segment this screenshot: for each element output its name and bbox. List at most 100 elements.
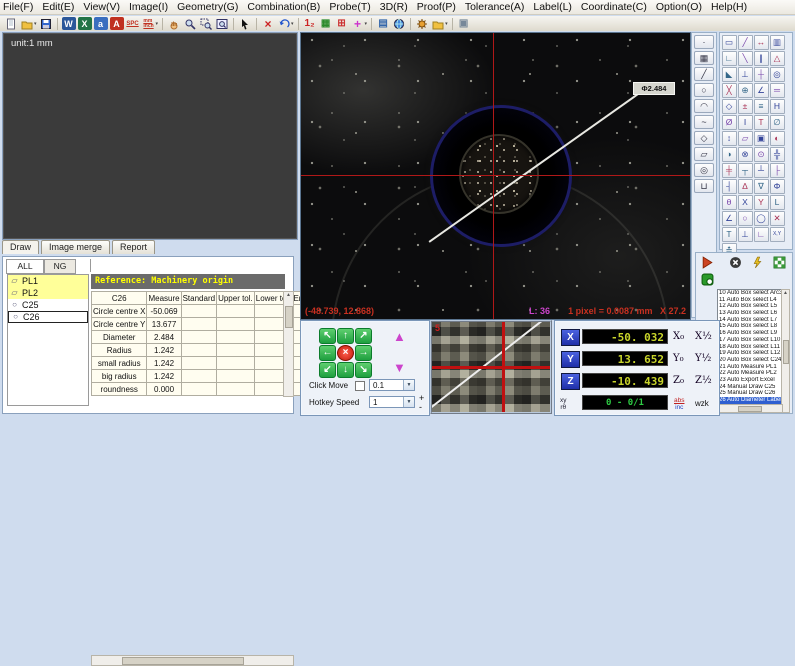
geometry-tool-icon-48[interactable]: ✕ [770, 211, 785, 226]
list-item-pl1[interactable]: ▱PL1 [8, 275, 88, 287]
geometry-tool-icon-17[interactable]: ◇ [722, 99, 737, 114]
program-step[interactable]: 20 Auto Box select C24 [718, 357, 788, 364]
geometry-tool-icon-8[interactable]: △ [770, 51, 785, 66]
geometry-tool-icon-30[interactable]: ⊗ [738, 147, 753, 162]
z-zero-button[interactable]: Z₀ [673, 375, 684, 386]
menu-item-3d[interactable]: 3D(R) [380, 0, 408, 15]
spc-icon[interactable]: SPC [126, 17, 140, 30]
geometry-tool-icon-15[interactable]: ∠ [754, 83, 769, 98]
exit-box-icon[interactable]: ▣ [457, 17, 471, 30]
geometry-tool-icon-26[interactable]: ▱ [738, 131, 753, 146]
grid-tool-icon[interactable]: ▦ [694, 51, 714, 65]
table-row[interactable]: Radius1.242 [92, 344, 313, 357]
geometry-tool-icon-24[interactable]: ∅ [770, 115, 785, 130]
undo-icon[interactable] [277, 17, 291, 30]
run-program-button[interactable] [701, 256, 715, 270]
zoom-region-icon[interactable] [199, 17, 213, 30]
table-row[interactable]: small radius1.242 [92, 357, 313, 370]
geometry-tool-icon-3[interactable]: ↔ [754, 35, 769, 50]
point-tool-icon[interactable]: · [694, 35, 714, 49]
program-step[interactable]: 13 Auto Box select L6 [718, 310, 788, 317]
new-file-icon[interactable] [4, 17, 18, 30]
menu-item-geometry[interactable]: Geometry(G) [177, 0, 238, 15]
geometry-tool-icon-52[interactable]: X,Y [770, 227, 785, 242]
geometry-tool-icon-9[interactable]: ◣ [722, 67, 737, 82]
menu-item-image[interactable]: Image(I) [129, 0, 168, 15]
geometry-tool-icon-20[interactable]: H [770, 99, 785, 114]
curve-tool-icon[interactable]: ~ [694, 115, 714, 129]
geometry-tool-icon-31[interactable]: ⊙ [754, 147, 769, 162]
geometry-tool-icon-28[interactable]: ◐ [770, 131, 785, 146]
menu-item-help[interactable]: Help(H) [711, 0, 747, 15]
menu-item-view[interactable]: View(V) [83, 0, 120, 15]
z-up-button[interactable]: ▲ [393, 330, 406, 343]
list-item-c25[interactable]: ○C25 [8, 299, 88, 311]
geometry-tool-icon-46[interactable]: ○ [738, 211, 753, 226]
delete-icon[interactable]: × [261, 17, 275, 30]
program-step[interactable]: 24 Manual Draw C25 [718, 384, 788, 391]
zoom-icon[interactable] [183, 17, 197, 30]
grid-red-icon[interactable]: ⊞ [335, 17, 349, 30]
speed-plus-button[interactable]: + [419, 394, 424, 402]
table-row[interactable]: Diameter2.484 [92, 331, 313, 344]
settings-icon[interactable] [415, 17, 429, 30]
table-row[interactable]: Circle centre X-50.069 [92, 305, 313, 318]
mm-inch-toggle-dropdown[interactable]: ▾ [156, 21, 159, 27]
program-step[interactable]: 23 Auto Export Excel [718, 377, 788, 384]
menu-item-label[interactable]: Label(L) [533, 0, 572, 15]
geometry-tool-icon-2[interactable]: ╱ [738, 35, 753, 50]
move-down-left-button[interactable]: ↙ [319, 362, 336, 378]
geometry-tool-icon-40[interactable]: Φ [770, 179, 785, 194]
open-file-dropdown[interactable]: ▾ [34, 21, 37, 27]
geometry-tool-icon-36[interactable]: ├ [770, 163, 785, 178]
geometry-tool-icon-42[interactable]: X [738, 195, 753, 210]
table-row[interactable]: roundness0.000 [92, 383, 313, 396]
program-list-vscrollbar[interactable]: ▲ [781, 289, 790, 413]
menu-item-edit[interactable]: Edit(E) [42, 0, 74, 15]
menu-item-proof[interactable]: Proof(P) [417, 0, 456, 15]
x-zero-button[interactable]: X₀ [673, 331, 684, 342]
crosshair-icon[interactable]: + [351, 17, 365, 30]
xy-rtheta-toggle[interactable]: xyrθ [560, 398, 567, 411]
move-up-right-button[interactable]: ↗ [355, 328, 372, 344]
pdf-export-icon[interactable]: A [110, 17, 124, 30]
table-row[interactable]: Circle centre Y13.677 [92, 318, 313, 331]
geometry-tool-icon-33[interactable]: ╪ [722, 163, 737, 178]
menu-item-file[interactable]: File(F) [3, 0, 33, 15]
geometry-tool-icon-27[interactable]: ▣ [754, 131, 769, 146]
program-step[interactable]: 14 Auto Box select L7 [718, 317, 788, 324]
draw-canvas[interactable]: unit:1 mm [2, 32, 298, 240]
program-step[interactable]: 25 Manual Draw C26 [718, 390, 788, 397]
list-item-c26[interactable]: ○C26 [8, 311, 88, 323]
word-export-icon[interactable]: W [62, 17, 76, 30]
save-file-icon[interactable] [39, 17, 53, 30]
geometry-tool-icon-23[interactable]: T [754, 115, 769, 130]
menu-item-option[interactable]: Option(O) [656, 0, 702, 15]
chevron-down-icon[interactable]: ▼ [403, 380, 414, 390]
menu-item-combination[interactable]: Combination(B) [247, 0, 320, 15]
stop-move-button[interactable]: × [337, 345, 354, 361]
program-step[interactable]: 22 Auto Measure PL2 [718, 370, 788, 377]
edit-step-button[interactable] [751, 256, 765, 270]
move-down-right-button[interactable]: ↘ [355, 362, 372, 378]
click-move-checkbox[interactable] [355, 381, 365, 391]
hotkey-speed-select[interactable]: 1▼ [369, 396, 415, 408]
tab-report[interactable]: Report [112, 240, 155, 254]
tab-draw[interactable]: Draw [2, 240, 39, 254]
geometry-tool-icon-50[interactable]: ⊥ [738, 227, 753, 242]
globe-icon[interactable] [392, 17, 406, 30]
geometry-tool-icon-43[interactable]: Y [754, 195, 769, 210]
program-step[interactable]: 15 Auto Box select L8 [718, 323, 788, 330]
move-up-left-button[interactable]: ↖ [319, 328, 336, 344]
geometry-tool-icon-51[interactable]: ∟ [754, 227, 769, 242]
geometry-tool-icon-47[interactable]: ◯ [754, 211, 769, 226]
geometry-tool-icon-5[interactable]: ∟ [722, 51, 737, 66]
speed-minus-button[interactable]: - [419, 403, 422, 411]
list-item-pl2[interactable]: ▱PL2 [8, 287, 88, 299]
pick-cursor-icon[interactable] [238, 17, 252, 30]
geometry-tool-icon-38[interactable]: ∆ [738, 179, 753, 194]
crosshair-dropdown[interactable]: ▾ [365, 21, 368, 27]
geometry-tool-icon-14[interactable]: ⊕ [738, 83, 753, 98]
work-coord-toggle[interactable]: wzk [695, 401, 709, 408]
diamond-tool-icon[interactable]: ◇ [694, 131, 714, 145]
